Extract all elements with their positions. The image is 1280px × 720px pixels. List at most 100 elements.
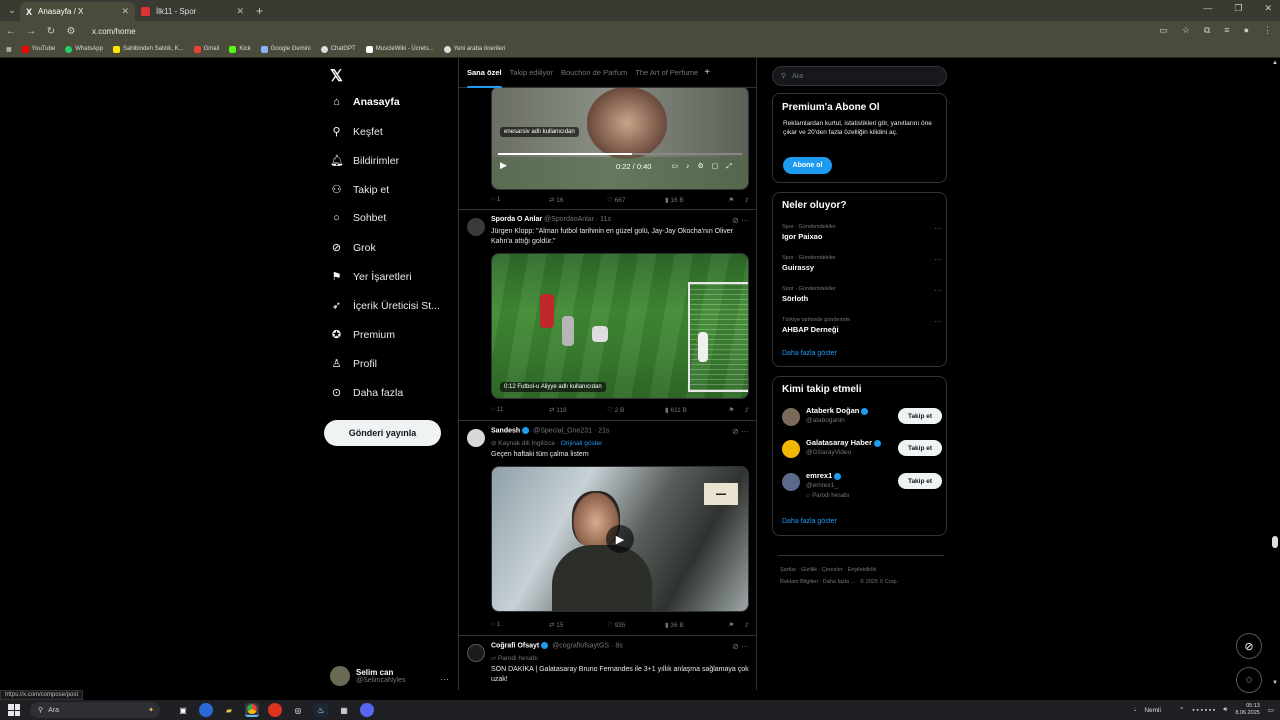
- add-tab-icon[interactable]: +: [704, 67, 710, 78]
- author-name[interactable]: Coğrafi Ofsayt: [491, 642, 539, 649]
- bookmark-sahibinden[interactable]: Sahibinden Satılık, K...: [112, 45, 184, 53]
- nav-item-creator-studio[interactable]: ➶ İçerik Üreticisi St...: [330, 299, 440, 313]
- minimize-icon[interactable]: —: [1203, 3, 1212, 14]
- play-icon[interactable]: ▶: [500, 160, 507, 171]
- tray-icons[interactable]: ▪ ▪ ▪ ▪ ▪ ▪: [1192, 707, 1215, 714]
- more-dots-icon[interactable]: ···: [934, 317, 942, 326]
- bookmark-gemini[interactable]: Google Gemini: [260, 45, 311, 53]
- grok-fab-icon[interactable]: ⊘: [1236, 633, 1262, 659]
- footer-link[interactable]: Daha fazla ...: [823, 579, 855, 585]
- author-handle[interactable]: @SpordaoAnlar · 11s: [544, 216, 611, 223]
- author-name[interactable]: Sporda O Anlar: [491, 216, 542, 223]
- browser-tab[interactable]: İlk11 - Spor ✕: [135, 2, 250, 21]
- play-icon[interactable]: ▶: [606, 525, 634, 553]
- menu-list-icon[interactable]: ≡: [1224, 25, 1229, 36]
- bookmark-icon[interactable]: ⚑: [728, 406, 734, 414]
- more-dots-icon[interactable]: ···: [741, 216, 749, 225]
- scroll-up-icon[interactable]: ▲: [1272, 60, 1278, 66]
- like-button[interactable]: ♡ 667: [607, 196, 665, 204]
- bookmark-whatsapp[interactable]: WhatsApp: [65, 45, 103, 53]
- nav-item-chat[interactable]: ○ Sohbet: [330, 212, 386, 224]
- reload-icon[interactable]: ↻: [42, 26, 60, 37]
- profile-icon[interactable]: ●: [1244, 25, 1249, 36]
- windows-start-icon[interactable]: [8, 704, 20, 716]
- tab-list[interactable]: The Art of Perfume: [635, 68, 698, 77]
- tweet-video[interactable]: 0:12 Futbol-u Aliyye adlı kullanıcıdan: [491, 253, 749, 399]
- more-dots-icon[interactable]: ···: [741, 642, 749, 651]
- close-tab-icon[interactable]: ✕: [236, 6, 244, 17]
- trend-item[interactable]: Spor · Gündemdekiler Igor Paixao ···: [782, 224, 942, 241]
- account-switcher[interactable]: Selim can @SelimcaNyles: [330, 666, 406, 686]
- nav-item-home[interactable]: ⌂ Anasayfa: [330, 96, 400, 108]
- tweet-video[interactable]: ▬▬ ▶: [491, 466, 749, 612]
- search-input[interactable]: ⚲ Ara: [772, 66, 947, 86]
- nav-item-explore[interactable]: ⚲ Keşfet: [330, 125, 382, 139]
- suggested-user[interactable]: emrex1 @emrex1_ ▱ Parodi hesabı Takip et: [782, 471, 942, 503]
- tweet[interactable]: Sporda O Anlar @SpordaoAnlar · 11s ⊘ ···…: [459, 210, 756, 421]
- tab-for-you[interactable]: Sana özel: [467, 68, 502, 88]
- nav-item-follow[interactable]: ⚇ Takip et: [330, 183, 390, 197]
- nav-item-premium[interactable]: ✪ Premium: [330, 328, 395, 342]
- notifications-icon[interactable]: ▭: [1268, 706, 1274, 714]
- x-logo-icon[interactable]: 𝕏: [330, 66, 343, 86]
- video-controls-icons[interactable]: ▭♪⚙▢⤢: [671, 162, 740, 171]
- avatar[interactable]: [467, 644, 485, 662]
- tab-search-icon[interactable]: ⌄: [4, 3, 20, 19]
- like-button[interactable]: ♡ 935: [607, 621, 665, 629]
- browser-tab-active[interactable]: X Anasayfa / X ✕: [20, 2, 135, 21]
- url-field[interactable]: x.com/home: [92, 27, 136, 36]
- scroll-thumb[interactable]: [1272, 536, 1278, 548]
- nav-item-profile[interactable]: ♙ Profil: [330, 357, 377, 371]
- subscribe-button[interactable]: Abone ol: [783, 157, 832, 174]
- kebab-menu-icon[interactable]: ⋮: [1263, 25, 1272, 36]
- volume-icon[interactable]: 🔊︎: [1223, 706, 1227, 714]
- taskbar-search[interactable]: ⚲ Ara ✦: [30, 702, 160, 718]
- close-tab-icon[interactable]: ✕: [121, 6, 129, 17]
- back-icon[interactable]: ←: [2, 26, 20, 37]
- tweet[interactable]: Sandesh @Special_One231 · 21s ⊘ ··· ⊘ Ka…: [459, 421, 756, 636]
- calculator-icon[interactable]: ▦: [337, 703, 351, 717]
- footer-link[interactable]: Reklam Bilgileri: [780, 579, 818, 585]
- site-info-icon[interactable]: ⚙: [62, 26, 80, 37]
- retweet-button[interactable]: ⇄ 119: [549, 406, 607, 414]
- clock[interactable]: 05:13 8.06.2025: [1235, 703, 1259, 717]
- nav-item-grok[interactable]: ⊘ Grok: [330, 241, 376, 255]
- trend-item[interactable]: Spor · Gündemdekiler Guirassy ···: [782, 255, 942, 272]
- bookmark-icon[interactable]: ⚑: [728, 621, 734, 629]
- discord-icon[interactable]: [360, 703, 374, 717]
- reply-button[interactable]: ○ 1: [491, 196, 549, 204]
- author-handle[interactable]: @cografiofsaytGS · 8s: [552, 642, 623, 649]
- avatar[interactable]: [467, 218, 485, 236]
- more-dots-icon[interactable]: ···: [934, 286, 942, 295]
- post-button[interactable]: Gönderi yayınla: [324, 420, 441, 446]
- footer-link[interactable]: Çerezler: [822, 567, 843, 573]
- follow-button[interactable]: Takip et: [898, 473, 942, 489]
- bookmark-musclewiki[interactable]: MuscleWiki - Ücrets...: [365, 45, 434, 53]
- nav-item-notifications[interactable]: 🔔︎ Bildirimler: [330, 154, 399, 168]
- messages-fab-icon[interactable]: ◌: [1236, 667, 1262, 693]
- tab-following[interactable]: Takip ediliyor: [510, 68, 553, 77]
- trend-item[interactable]: Spor · Gündemdekiler Sörloth ···: [782, 286, 942, 303]
- tab-list[interactable]: Bouchon de Parfum: [561, 68, 627, 77]
- suggested-user[interactable]: Galatasaray Haber @GSarayVideo Takip et: [782, 438, 942, 466]
- task-view-icon[interactable]: ▣: [176, 703, 190, 717]
- tweet-video[interactable]: enesarsiv adlı kullanıcıdan ▶ 0:22 / 0:4…: [491, 86, 749, 190]
- steam-icon[interactable]: ♨: [314, 703, 328, 717]
- share-icon[interactable]: ⇪: [744, 196, 749, 204]
- views-button[interactable]: ▮ 36 B: [665, 621, 723, 629]
- avatar[interactable]: [467, 429, 485, 447]
- close-window-icon[interactable]: ✕: [1264, 3, 1272, 14]
- follow-button[interactable]: Takip et: [898, 440, 942, 456]
- views-button[interactable]: ▮ 16 B: [665, 196, 723, 204]
- bookmark-icon[interactable]: ⚑: [728, 196, 734, 204]
- scroll-down-icon[interactable]: ▼: [1272, 680, 1278, 686]
- extensions-icon[interactable]: ⧉: [1204, 25, 1210, 36]
- opera-gx-icon[interactable]: ◎: [291, 703, 305, 717]
- retweet-button[interactable]: ⇄ 16: [549, 196, 607, 204]
- follow-button[interactable]: Takip et: [898, 408, 942, 424]
- retweet-button[interactable]: ⇄ 15: [549, 621, 607, 629]
- cast-icon[interactable]: ▭: [1159, 25, 1168, 36]
- chrome-icon[interactable]: [245, 703, 259, 717]
- author-handle[interactable]: @Special_One231 · 21s: [533, 427, 609, 434]
- tray-overflow-icon[interactable]: ⌃: [1179, 706, 1184, 714]
